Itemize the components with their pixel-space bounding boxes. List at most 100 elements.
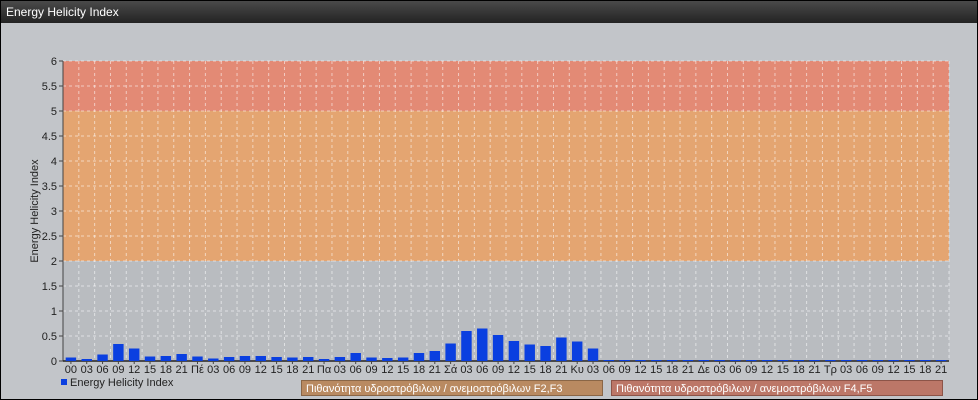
bar bbox=[334, 357, 346, 361]
bar bbox=[524, 344, 535, 361]
bar bbox=[666, 360, 678, 361]
x-tick-label: 12 bbox=[761, 364, 773, 376]
bar bbox=[635, 360, 646, 361]
bar bbox=[366, 357, 377, 361]
bar bbox=[651, 360, 662, 361]
x-tick-label: 15 bbox=[270, 364, 282, 376]
bar bbox=[698, 360, 709, 361]
y-tick-label: 3 bbox=[51, 206, 57, 218]
bar bbox=[382, 358, 393, 361]
bar bbox=[856, 360, 868, 361]
x-tick-label: Πα bbox=[317, 364, 332, 376]
y-tick-label: 2.5 bbox=[42, 231, 57, 243]
bar bbox=[318, 359, 330, 361]
x-tick-label: 06 bbox=[856, 364, 868, 376]
x-tick-label: Κυ bbox=[571, 364, 584, 376]
x-tick-label: Δε bbox=[698, 364, 710, 376]
x-tick-label: 12 bbox=[255, 364, 267, 376]
x-tick-label: 15 bbox=[144, 364, 156, 376]
x-tick-label: 12 bbox=[888, 364, 900, 376]
x-tick-label: 18 bbox=[793, 364, 805, 376]
bar bbox=[65, 357, 77, 361]
bar bbox=[714, 360, 725, 361]
x-tick-label: 15 bbox=[524, 364, 536, 376]
bar bbox=[872, 360, 884, 361]
bar bbox=[935, 360, 947, 361]
band-legend-f2f3: Πιθανότητα υδροστρόβιλων / ανεμοστρόβιλω… bbox=[301, 380, 603, 396]
y-tick-label: 1 bbox=[51, 306, 57, 318]
y-tick-label: 4.5 bbox=[42, 131, 57, 143]
x-tick-label: 09 bbox=[619, 364, 631, 376]
bar bbox=[477, 328, 488, 361]
x-tick-label: 12 bbox=[128, 364, 140, 376]
chart-area: 0 0.5 1 1.5 2 2.5 3 3.5 4 4.5 5 5.5 6 Energy Helicity… bbox=[1, 23, 977, 399]
bar bbox=[571, 341, 583, 361]
bar bbox=[192, 356, 203, 361]
x-tick-label: Τρ bbox=[824, 364, 837, 376]
bar bbox=[556, 337, 567, 361]
y-tick-label: 0.5 bbox=[42, 331, 57, 343]
chart-window: Energy Helicity Index 0 0.5 1 1.5 2 2.5 3 3.5 4 4… bbox=[0, 0, 978, 400]
y-tick-label: 4 bbox=[51, 156, 57, 168]
x-tick-label: 03 bbox=[334, 364, 346, 376]
bar bbox=[128, 348, 140, 361]
x-tick-label: 09 bbox=[239, 364, 251, 376]
bar bbox=[97, 354, 108, 361]
x-tick-label: 03 bbox=[587, 364, 599, 376]
bar bbox=[904, 360, 915, 361]
x-tick-label: 06 bbox=[603, 364, 615, 376]
x-tick-label: 12 bbox=[381, 364, 393, 376]
x-tick-label: 09 bbox=[745, 364, 757, 376]
y-axis-label: Energy Helicity Index bbox=[29, 159, 41, 263]
x-tick-label: 21 bbox=[429, 364, 441, 376]
x-tick-label: 03 bbox=[713, 364, 725, 376]
bar bbox=[540, 346, 551, 361]
y-tick-label: 0 bbox=[51, 356, 57, 368]
x-tick-label: 15 bbox=[397, 364, 409, 376]
bar bbox=[461, 331, 472, 361]
ehi-chart: 0 0.5 1 1.5 2 2.5 3 3.5 4 4.5 5 5.5 6 Energy Helicity… bbox=[29, 56, 950, 389]
y-tick-label: 1.5 bbox=[42, 281, 57, 293]
bar bbox=[429, 351, 441, 361]
bar bbox=[223, 357, 235, 361]
y-tick-label: 5 bbox=[51, 106, 57, 118]
y-tick-label: 2 bbox=[51, 256, 57, 268]
x-tick-label: 21 bbox=[935, 364, 947, 376]
bar bbox=[619, 360, 630, 361]
bar bbox=[682, 360, 694, 361]
bar bbox=[144, 356, 156, 361]
y-tick-label: 5.5 bbox=[42, 81, 57, 93]
x-tick-label: 09 bbox=[492, 364, 504, 376]
x-tick-label: 15 bbox=[903, 364, 915, 376]
bar bbox=[160, 356, 172, 361]
bar bbox=[888, 360, 899, 361]
bar bbox=[397, 357, 409, 361]
window-title: Energy Helicity Index bbox=[1, 1, 977, 23]
x-tick-label: 06 bbox=[476, 364, 488, 376]
x-tick-label: 15 bbox=[650, 364, 662, 376]
bar bbox=[920, 360, 931, 361]
bar bbox=[508, 341, 520, 361]
x-tick-label: 18 bbox=[666, 364, 678, 376]
bar bbox=[603, 360, 615, 361]
x-tick-label: 21 bbox=[682, 364, 694, 376]
x-tick-label: 03 bbox=[207, 364, 219, 376]
bar bbox=[777, 360, 789, 361]
x-tick-label: 06 bbox=[729, 364, 741, 376]
x-tick-label: 03 bbox=[460, 364, 472, 376]
bar bbox=[255, 356, 266, 361]
band-legend-f4f5: Πιθανότητα υδροστρόβιλων / ανεμοστρόβιλω… bbox=[611, 380, 943, 396]
bar bbox=[587, 348, 599, 361]
bar bbox=[809, 360, 820, 361]
x-tick-label: 18 bbox=[919, 364, 931, 376]
bar bbox=[303, 357, 314, 361]
x-tick-label: 21 bbox=[302, 364, 314, 376]
x-tick-label: 03 bbox=[81, 364, 93, 376]
x-tick-label: 09 bbox=[365, 364, 377, 376]
bar bbox=[746, 360, 757, 361]
x-tick-label: 06 bbox=[350, 364, 362, 376]
x-tick-label: Πέ bbox=[191, 364, 204, 376]
x-tick-label: Σά bbox=[444, 364, 458, 376]
x-tick-label: 18 bbox=[413, 364, 425, 376]
bar bbox=[825, 360, 836, 361]
